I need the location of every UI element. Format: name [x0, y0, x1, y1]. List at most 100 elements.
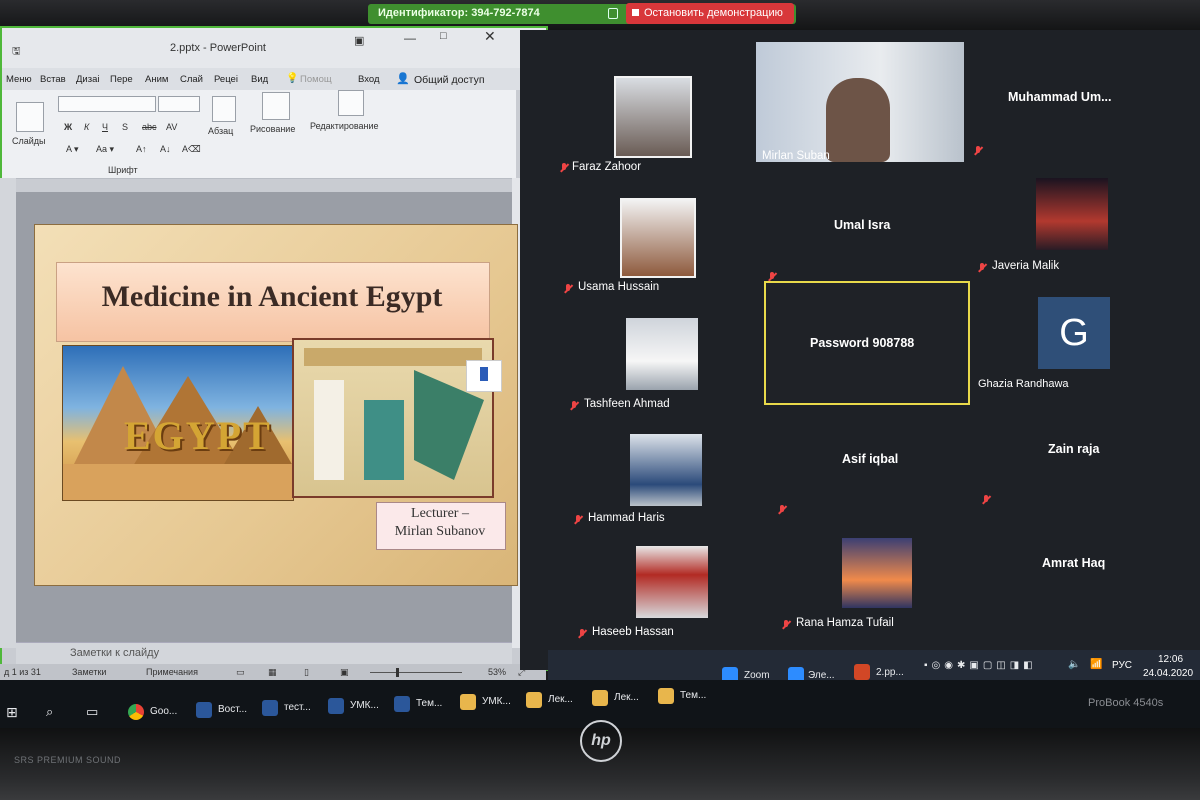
egypt-image-lettering: EGYPT — [124, 413, 272, 458]
slides-group-label[interactable]: Слайды — [12, 136, 46, 146]
sand-shape — [63, 464, 293, 500]
folder-icon[interactable] — [526, 692, 542, 708]
font-color-icon[interactable]: A ▾ — [66, 144, 79, 155]
tab-help[interactable]: Помощ — [300, 74, 332, 85]
decrease-font-icon[interactable]: A↓ — [160, 144, 171, 154]
speaker-label: SRS PREMIUM SOUND — [14, 755, 122, 765]
taskbar-item[interactable]: тест... — [284, 702, 311, 713]
font-name-select[interactable] — [58, 96, 156, 112]
muted-mic-icon — [564, 284, 572, 294]
participant-name: Rana Hamza Tufail — [796, 617, 894, 629]
strikethrough-button[interactable]: abc — [142, 122, 157, 132]
folder-icon[interactable] — [658, 688, 674, 704]
word-icon[interactable] — [196, 702, 212, 718]
participant-name: Javeria Malik — [992, 260, 1060, 272]
new-slide-icon[interactable] — [16, 102, 44, 132]
taskbar-item[interactable]: Лек... — [548, 694, 573, 705]
save-icon[interactable]: 🖫 — [12, 44, 21, 61]
notes-button[interactable]: Заметки — [72, 667, 106, 677]
editing-button[interactable]: Редактирование — [310, 121, 379, 131]
chrome-icon[interactable] — [128, 704, 144, 720]
sorter-view-icon[interactable]: ▦ — [268, 667, 277, 678]
reading-view-icon[interactable]: ▯ — [304, 667, 309, 678]
word-icon[interactable] — [328, 698, 344, 714]
powerpoint-icon[interactable] — [854, 664, 870, 680]
slide-title: Medicine in Ancient Egypt — [101, 280, 443, 313]
slideshow-view-icon[interactable]: ▣ — [340, 667, 349, 678]
restore-icon[interactable]: ▣ — [354, 34, 364, 47]
taskbar-item[interactable]: 2.pp... — [876, 667, 904, 678]
clock-time[interactable]: 12:06 — [1158, 654, 1183, 665]
tab-view[interactable]: Вид — [251, 74, 268, 85]
bookmark-shape — [480, 367, 488, 381]
tab-design[interactable]: Дизаі — [76, 74, 100, 85]
spacing-button[interactable]: AV — [166, 122, 177, 132]
taskbar-item[interactable]: Лек... — [614, 692, 639, 703]
stop-icon — [632, 9, 639, 16]
tab-transitions[interactable]: Пере — [110, 74, 133, 85]
hieroglyph-band — [304, 348, 482, 366]
tab-review[interactable]: Рецеі — [214, 74, 238, 85]
tab-menu[interactable]: Меню — [6, 74, 32, 85]
word-icon[interactable] — [394, 696, 410, 712]
participant-name: Asif iqbal — [842, 452, 899, 466]
taskbar-item[interactable]: Тем... — [416, 698, 442, 709]
volume-icon[interactable]: 🔈 — [1068, 659, 1080, 670]
muted-mic-icon — [574, 515, 582, 525]
font-size-select[interactable] — [158, 96, 200, 112]
zoom-slider-thumb[interactable] — [396, 668, 399, 677]
participant-video — [636, 546, 708, 618]
participant-name: Hammad Haris — [588, 512, 665, 524]
participant-name: Faraz Zahoor — [572, 161, 642, 173]
zoom-level[interactable]: 53% — [488, 667, 506, 677]
muted-mic-icon — [778, 505, 786, 515]
magnifier-icon[interactable] — [338, 90, 364, 116]
taskbar-item[interactable]: УМК... — [482, 696, 511, 707]
slide-thumbnails-pane[interactable] — [0, 178, 16, 648]
underline-button[interactable]: Ч — [102, 122, 108, 132]
increase-font-icon[interactable]: A↑ — [136, 144, 147, 154]
clock-date[interactable]: 24.04.2020 — [1143, 668, 1193, 679]
stop-share-button[interactable]: Остановить демонстрацию — [626, 3, 794, 24]
italic-button[interactable]: К — [84, 122, 89, 132]
clear-format-icon[interactable]: A⌫ — [182, 144, 201, 155]
folder-icon[interactable] — [592, 690, 608, 706]
sign-in-link[interactable]: Вход — [358, 74, 380, 85]
shadow-button[interactable]: S — [122, 122, 128, 132]
taskbar-item[interactable]: Тем... — [680, 690, 706, 701]
search-icon[interactable]: ⌕ — [46, 704, 53, 720]
word-icon[interactable] — [262, 700, 278, 716]
tab-insert[interactable]: Встав — [40, 74, 66, 85]
maximize-icon[interactable]: □ — [440, 30, 447, 42]
normal-view-icon[interactable]: ▭ — [236, 667, 245, 678]
taskbar-item[interactable]: Goo... — [150, 706, 177, 717]
windows-start-icon[interactable]: ⊞ — [6, 704, 18, 721]
language-indicator[interactable]: РУС — [1112, 660, 1132, 671]
change-case-icon[interactable]: Aa ▾ — [96, 144, 114, 155]
network-icon[interactable]: 📶 — [1090, 659, 1102, 670]
tab-slideshow[interactable]: Слай — [180, 74, 203, 85]
bold-button[interactable]: Ж — [64, 122, 72, 132]
task-view-icon[interactable]: ▭ — [86, 704, 98, 720]
participant-video — [842, 538, 912, 608]
drawing-button[interactable]: Рисование — [250, 124, 295, 134]
muted-mic-icon — [978, 263, 986, 273]
paragraph-icon[interactable] — [212, 96, 236, 122]
comments-button[interactable]: Примечания — [146, 667, 198, 677]
zoom-slider[interactable] — [370, 672, 462, 673]
participant-name: Ghazia Randhawa — [978, 378, 1069, 390]
folder-icon[interactable] — [460, 694, 476, 710]
paragraph-button[interactable]: Абзац — [208, 126, 233, 136]
tab-animations[interactable]: Аним — [145, 74, 168, 85]
taskbar-item[interactable]: УМК... — [350, 700, 379, 711]
bookmark-icon[interactable] — [466, 360, 502, 392]
share-button[interactable]: Общий доступ — [414, 74, 485, 86]
tray-icons[interactable]: ▪◎◉✱▣▢◫◨◧ — [924, 660, 1037, 671]
figure-shape — [314, 380, 344, 480]
minimize-icon[interactable]: — — [404, 31, 416, 45]
drawing-icon[interactable] — [262, 92, 290, 120]
participant-avatar: G — [1038, 297, 1110, 369]
close-icon[interactable]: ✕ — [484, 28, 496, 45]
taskbar-item[interactable]: Вост... — [218, 704, 247, 715]
muted-mic-icon — [782, 620, 790, 630]
